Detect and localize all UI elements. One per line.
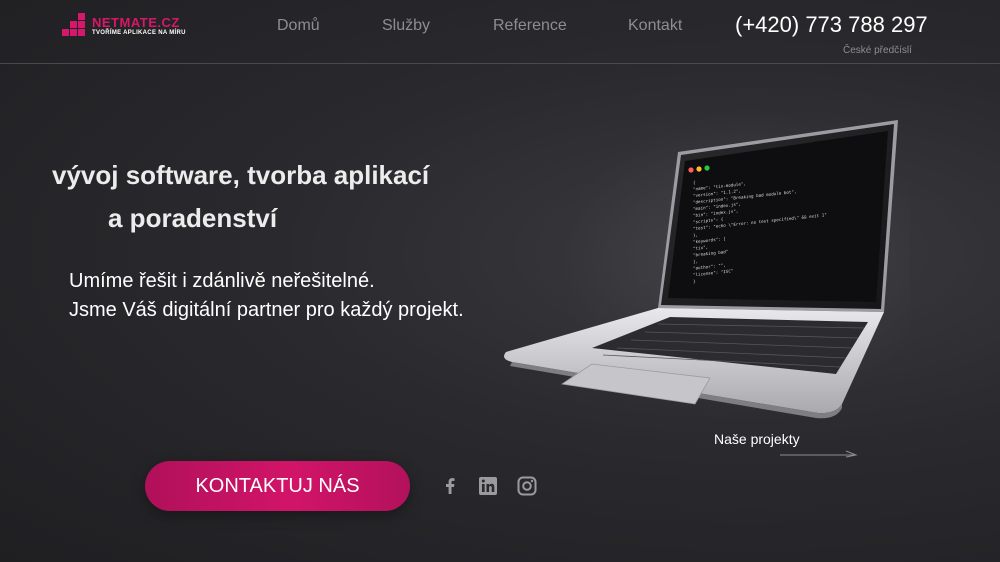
- nav-item-services[interactable]: Služby: [382, 17, 430, 35]
- site-header: NETMATE.CZ TVOŘÍME APLIKACE NA MÍRU Domů…: [0, 0, 1000, 64]
- contact-us-button[interactable]: KONTAKTUJ NÁS: [145, 461, 410, 511]
- linkedin-icon[interactable]: [478, 476, 498, 496]
- logo[interactable]: NETMATE.CZ TVOŘÍME APLIKACE NA MÍRU: [62, 13, 197, 38]
- nav-item-references[interactable]: Reference: [493, 17, 567, 35]
- hero-subline-2: Jsme Váš digitální partner pro každý pro…: [69, 299, 464, 321]
- code-line: },: [693, 232, 698, 238]
- laptop-illustration: { "name": "tix-module", "version": "1.1.…: [504, 112, 910, 419]
- arrow-right-icon: [780, 450, 858, 458]
- nav-item-home[interactable]: Domů: [277, 17, 320, 35]
- facebook-icon[interactable]: [440, 476, 460, 496]
- instagram-icon[interactable]: [517, 476, 537, 496]
- projects-link[interactable]: Naše projekty: [714, 431, 800, 447]
- logo-mark-icon: [62, 13, 90, 36]
- hero-headline-line1: vývoj software, tvorba aplikací: [52, 160, 430, 190]
- logo-tagline: TVOŘÍME APLIKACE NA MÍRU: [92, 30, 186, 36]
- logo-title: NETMATE.CZ: [92, 15, 180, 30]
- nav-item-contact[interactable]: Kontakt: [628, 17, 682, 35]
- phone-number[interactable]: (+420) 773 788 297: [735, 12, 928, 38]
- code-line: ],: [693, 259, 698, 265]
- hero-headline-line2: a poradenství: [108, 203, 278, 233]
- hero-subline-1: Umíme řešit i zdánlivě neřešitelné.: [69, 270, 375, 292]
- phone-note: České předčíslí: [843, 45, 912, 56]
